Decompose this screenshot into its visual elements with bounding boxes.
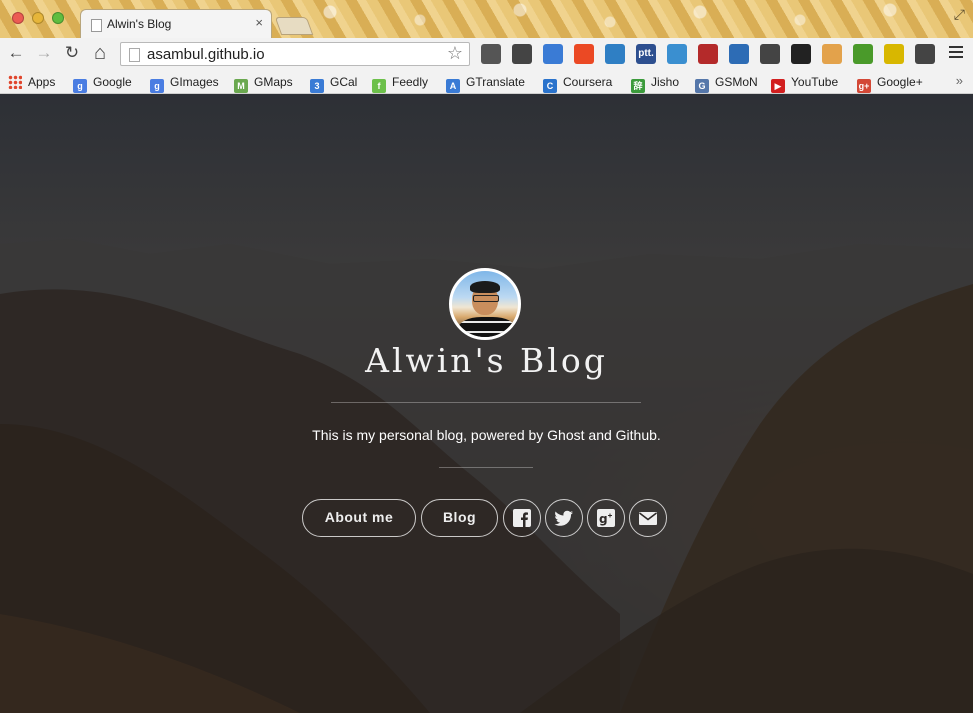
translate-icon: A — [446, 79, 460, 93]
facebook-button[interactable] — [503, 499, 541, 537]
back-button[interactable]: ← — [6, 43, 26, 63]
bookmark-label: Jisho — [651, 75, 680, 89]
bookmark-label: Feedly — [392, 75, 429, 89]
y-icon[interactable] — [667, 44, 687, 64]
home-button[interactable]: ⌂ — [90, 43, 110, 63]
bookmark-label: YouTube — [791, 75, 839, 89]
bookmark-label: GImages — [170, 75, 219, 89]
tab-favicon-icon — [91, 19, 102, 32]
tagline-divider — [439, 467, 533, 468]
google-images-icon: g — [150, 79, 164, 93]
couch-icon[interactable] — [698, 44, 718, 64]
title-divider — [331, 402, 641, 403]
bookmark-youtube[interactable]: ▶ YouTube — [771, 74, 839, 93]
feedly-icon: f — [372, 79, 386, 93]
evernote-icon[interactable] — [481, 44, 501, 64]
blog-title: Alwin's Blog — [365, 341, 608, 380]
reload-button[interactable]: ↻ — [62, 43, 82, 63]
bookmark-gsmon[interactable]: G GSMoN — [695, 74, 758, 93]
twitter-icon — [554, 510, 573, 526]
minimize-window-button[interactable] — [32, 12, 44, 24]
bookmark-label: GCal — [330, 75, 358, 89]
piggy-icon[interactable] — [822, 44, 842, 64]
bookmark-feedly[interactable]: f Feedly — [372, 74, 429, 93]
bookmark-label: GSMoN — [715, 75, 758, 89]
bookmark-label: Coursera — [563, 75, 613, 89]
url-text[interactable]: asambul.github.io — [147, 46, 265, 63]
hero-section: Alwin's Blog This is my personal blog, p… — [0, 94, 973, 713]
bookmarks-bar: Apps g Google g GImages M GMaps 3 GCal f Feedly A GT… — [0, 70, 973, 94]
stumbleupon-icon[interactable] — [574, 44, 594, 64]
apps-grid-icon — [8, 75, 22, 89]
tab-title: Alwin's Blog — [107, 17, 172, 31]
google-plus-icon: g — [597, 509, 615, 527]
bookmark-label: Apps — [28, 75, 56, 89]
mail-icon — [639, 512, 657, 525]
youtube-icon: ▶ — [771, 79, 785, 93]
calendar-icon: 3 — [310, 79, 324, 93]
email-button[interactable] — [629, 499, 667, 537]
fullscreen-icon[interactable]: ⤢ — [954, 6, 965, 23]
coursera-icon: C — [543, 79, 557, 93]
google-icon: g — [73, 79, 87, 93]
squares-icon[interactable] — [915, 44, 935, 64]
send-to-phone-icon[interactable] — [884, 44, 904, 64]
bookmark-label: GMaps — [254, 75, 293, 89]
bookmark-google-[interactable]: g+ Google+ — [857, 74, 923, 93]
browser-tab[interactable]: Alwin's Blog × — [80, 9, 272, 38]
translate-icon[interactable] — [543, 44, 563, 64]
new-tab-button[interactable] — [274, 17, 314, 35]
blog-button[interactable]: Blog — [421, 499, 498, 537]
jisho-icon: 辞 — [631, 79, 645, 93]
bookmark-jisho[interactable]: 辞 Jisho — [631, 74, 680, 93]
bookmark-google[interactable]: g Google — [73, 74, 132, 93]
tab-close-icon[interactable]: × — [255, 15, 263, 30]
bookmark-coursera[interactable]: C Coursera — [543, 74, 613, 93]
close-window-button[interactable] — [12, 12, 24, 24]
blog-tagline: This is my personal blog, powered by Gho… — [312, 427, 661, 443]
download-arrows-icon[interactable] — [729, 44, 749, 64]
zoom-window-button[interactable] — [52, 12, 64, 24]
google-plus-icon: g+ — [857, 79, 871, 93]
facebook-icon — [513, 509, 531, 527]
gsmon-icon: G — [695, 79, 709, 93]
bookmark-label: Google — [93, 75, 132, 89]
page-icon — [129, 48, 140, 62]
google-plus-button[interactable]: g — [587, 499, 625, 537]
window-titlebar: Alwin's Blog × ⤢ — [0, 0, 973, 38]
menu-icon[interactable] — [949, 46, 963, 60]
play-icon[interactable] — [791, 44, 811, 64]
bookmark-label: GTranslate — [466, 75, 525, 89]
bookmark-gmaps[interactable]: M GMaps — [234, 74, 293, 93]
bookmark-star-icon[interactable]: ☆ — [447, 43, 463, 64]
twitter-button[interactable] — [545, 499, 583, 537]
pencil-icon[interactable] — [760, 44, 780, 64]
bookmark-label: Google+ — [877, 75, 923, 89]
bookmark-gtranslate[interactable]: A GTranslate — [446, 74, 525, 93]
screen-capture-icon[interactable] — [605, 44, 625, 64]
bookmark-gcal[interactable]: 3 GCal — [310, 74, 358, 93]
green-download-icon[interactable] — [853, 44, 873, 64]
ptt-icon[interactable]: ptt. — [636, 44, 656, 64]
about-me-button[interactable]: About me — [302, 499, 416, 537]
browser-toolbar: ← → ↻ ⌂ asambul.github.io ☆ ptt. — [0, 38, 973, 71]
maps-icon: M — [234, 79, 248, 93]
forward-button[interactable]: → — [34, 43, 54, 63]
blog-page: Alwin's Blog This is my personal blog, p… — [0, 94, 973, 713]
bookmarks-overflow-icon[interactable]: » — [956, 73, 963, 88]
bookmark-apps[interactable]: Apps — [8, 74, 55, 90]
svg-text:g: g — [599, 512, 608, 526]
pen-tool-icon[interactable] — [512, 44, 532, 64]
profile-avatar — [449, 268, 521, 340]
address-bar[interactable]: asambul.github.io ☆ — [120, 42, 470, 66]
bookmark-gimages[interactable]: g GImages — [150, 74, 219, 93]
